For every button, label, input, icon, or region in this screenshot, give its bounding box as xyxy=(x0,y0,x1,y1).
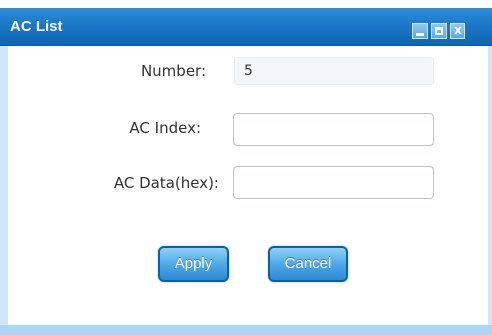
ac-data-hex-input[interactable] xyxy=(233,166,434,199)
window-title: AC List xyxy=(10,18,63,35)
cancel-button[interactable]: Cancel xyxy=(268,246,348,282)
maximize-button[interactable] xyxy=(431,23,447,39)
title-bar[interactable]: AC List x xyxy=(0,8,492,46)
ac-list-window: AC List x Number: 5 AC Index: AC Data(he… xyxy=(0,0,492,335)
apply-button[interactable]: Apply xyxy=(158,246,229,282)
close-button[interactable]: x xyxy=(450,23,465,39)
number-value: 5 xyxy=(234,57,434,85)
minimize-icon xyxy=(416,33,424,36)
number-label: Number: xyxy=(140,62,206,80)
ac-data-hex-label: AC Data(hex): xyxy=(113,174,219,192)
ac-index-label: AC Index: xyxy=(129,119,201,137)
window-bottom-border xyxy=(0,325,492,335)
minimize-button[interactable] xyxy=(412,23,428,39)
ac-index-input[interactable] xyxy=(233,113,434,146)
close-icon: x xyxy=(454,23,462,37)
maximize-icon xyxy=(435,27,443,35)
